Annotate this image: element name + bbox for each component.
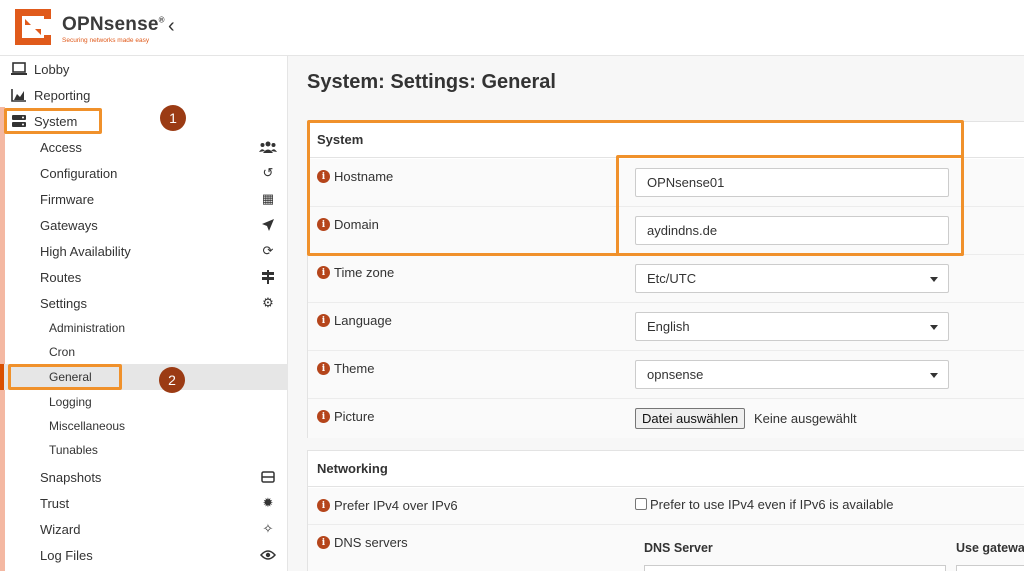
use-gateway-select[interactable] <box>956 565 1024 571</box>
sidebar-item-label: Lobby <box>34 61 70 77</box>
info-icon[interactable]: i <box>317 314 330 327</box>
sidebar-item-log-files[interactable]: Log Files <box>0 542 288 568</box>
dns-servers-row: iDNS servers DNS Server Use gateway <box>308 525 1024 571</box>
building-icon: ▦ <box>261 191 275 206</box>
sidebar-item-lobby[interactable]: Lobby <box>0 56 288 82</box>
sidebar-item-label: Reporting <box>34 87 91 103</box>
sidebar-item-label: Wizard <box>40 521 81 537</box>
sidebar-item-label: Tunables <box>49 443 98 457</box>
timezone-select[interactable]: Etc/UTC <box>635 264 949 293</box>
area-chart-icon <box>11 87 27 103</box>
active-item-marker <box>0 364 4 390</box>
sidebar-item-label: Snapshots <box>40 469 102 485</box>
sidebar-item-high-availability[interactable]: High Availability ⟳ <box>0 238 288 264</box>
dns-servers-label: i DNS servers <box>317 535 408 550</box>
timezone-label: i Time zone <box>317 265 394 280</box>
callout-badge-1: 1 <box>160 105 186 131</box>
prefer-ipv4-checkbox[interactable] <box>635 498 647 510</box>
top-header: OPNsense® Securing networks made easy ‹ <box>0 0 1024 56</box>
theme-row: i Theme opnsense <box>308 351 1024 399</box>
dns-server-input[interactable] <box>644 565 946 571</box>
sidebar-item-routes[interactable]: Routes <box>0 264 288 290</box>
sidebar-item-configuration[interactable]: Configuration ↺ <box>0 160 288 186</box>
info-icon[interactable]: i <box>317 266 330 279</box>
sidebar-item-label: Miscellaneous <box>49 419 126 433</box>
picture-row: i Picture Datei auswählen Keine ausgewähl… <box>308 399 1024 438</box>
sidebar-item-miscellaneous[interactable]: Miscellaneous <box>0 414 288 438</box>
opnsense-logo-icon[interactable] <box>11 5 55 49</box>
language-label: i Language <box>317 313 392 328</box>
caret-down-icon <box>930 325 938 330</box>
sidebar-item-label: Cron <box>49 345 76 359</box>
theme-label: i Theme <box>317 361 374 376</box>
no-file-text: Keine ausgewählt <box>754 411 857 426</box>
prefer-ipv4-label: i Prefer IPv4 over IPv6 <box>317 498 458 513</box>
sidebar-item-administration[interactable]: Administration <box>0 316 288 340</box>
prefer-ipv4-row: i Prefer IPv4 over IPv6 Prefer to use IPv… <box>308 488 1024 525</box>
sidebar-item-label: Log Files <box>40 547 93 563</box>
sidebar-item-label: Gateways <box>40 217 98 233</box>
chevron-left-icon[interactable]: ‹ <box>168 14 175 38</box>
sidebar-item-label: Access <box>40 139 82 155</box>
sidebar-item-label: Trust <box>40 495 70 511</box>
hdd-icon <box>258 469 278 485</box>
sidebar-item-label: Settings <box>40 295 87 311</box>
sidebar-item-label: High Availability <box>40 243 131 259</box>
callout-general-box <box>8 364 122 390</box>
callout-system-box <box>4 108 102 134</box>
brand-name[interactable]: OPNsense® <box>62 14 165 36</box>
callout-badge-2: 2 <box>159 367 185 393</box>
sidebar-item-cron[interactable]: Cron <box>0 340 288 364</box>
dns-server-column-header: DNS Server <box>644 541 713 555</box>
info-icon[interactable]: i <box>317 536 330 549</box>
info-icon[interactable]: i <box>317 499 330 512</box>
magic-icon: ✧ <box>262 521 274 536</box>
users-icon <box>258 139 278 155</box>
caret-down-icon <box>930 373 938 378</box>
sidebar-item-label: Administration <box>49 321 126 335</box>
sidebar-item-access[interactable]: Access <box>0 134 288 160</box>
sidebar-item-firmware[interactable]: Firmware ▦ <box>0 186 288 212</box>
sidebar-item-label: Routes <box>40 269 82 285</box>
eye-icon <box>258 547 278 563</box>
sidebar-item-reporting[interactable]: Reporting <box>0 82 288 108</box>
sidebar-item-tunables[interactable]: Tunables <box>0 438 288 462</box>
sidebar-item-snapshots[interactable]: Snapshots <box>0 464 288 490</box>
info-icon[interactable]: i <box>317 362 330 375</box>
networking-settings-panel: Networking i Prefer IPv4 over IPv6 Prefer… <box>307 450 1024 571</box>
location-arrow-icon <box>258 217 278 233</box>
page-title: System: Settings: General <box>307 71 556 93</box>
section-heading-networking: Networking <box>308 451 1024 487</box>
cogs-icon: ⚙ <box>262 295 274 310</box>
sidebar-item-label: Logging <box>49 395 92 409</box>
history-icon: ↺ <box>262 165 274 180</box>
sidebar-item-gateways[interactable]: Gateways <box>0 212 288 238</box>
sidebar-item-label: Configuration <box>40 165 118 181</box>
prefer-ipv4-checkbox-label[interactable]: Prefer to use IPv4 even if IPv6 is avail… <box>650 497 894 512</box>
sidebar-item-trust[interactable]: Trust ✹ <box>0 490 288 516</box>
map-signs-icon <box>258 269 278 285</box>
brand-tagline: Securing networks made easy <box>62 37 150 44</box>
caret-down-icon <box>930 277 938 282</box>
certificate-icon: ✹ <box>262 495 274 510</box>
sidebar-item-logging[interactable]: Logging <box>0 390 288 414</box>
theme-select[interactable]: opnsense <box>635 360 949 389</box>
use-gateway-column-header: Use gateway <box>956 541 1024 555</box>
sidebar-item-wizard[interactable]: Wizard ✧ <box>0 516 288 542</box>
picture-label: i Picture <box>317 409 374 424</box>
timezone-row: i Time zone Etc/UTC <box>308 255 1024 303</box>
laptop-icon <box>11 61 27 77</box>
sidebar-item-settings[interactable]: Settings ⚙ <box>0 290 288 316</box>
language-select[interactable]: English <box>635 312 949 341</box>
info-icon[interactable]: i <box>317 410 330 423</box>
callout-hostname-domain-box <box>616 155 964 256</box>
refresh-icon: ⟳ <box>262 243 274 258</box>
language-row: i Language English <box>308 303 1024 351</box>
sidebar-item-label: Firmware <box>40 191 95 207</box>
choose-file-button[interactable]: Datei auswählen <box>635 408 746 429</box>
